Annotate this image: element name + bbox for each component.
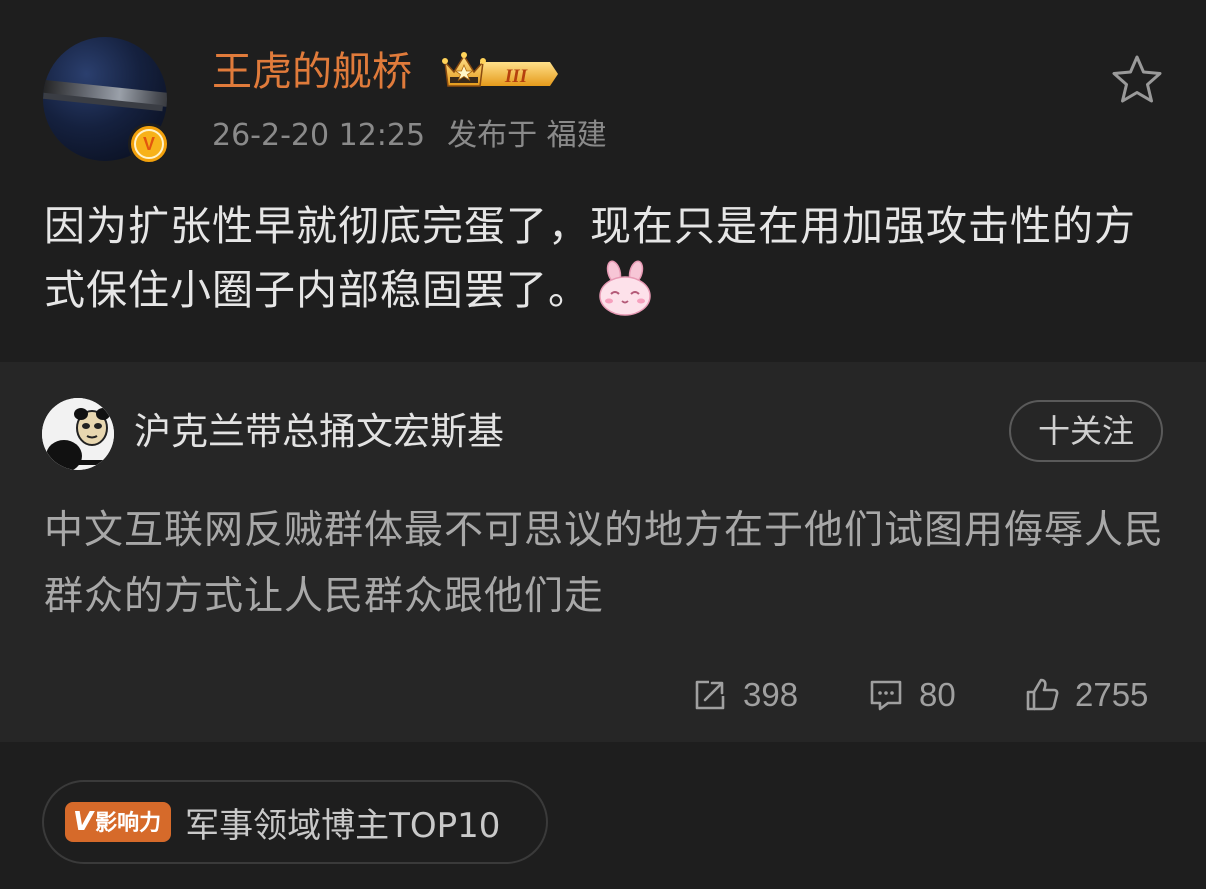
repost-body-text: 中文互联网反贼群体最不可思议的地方在于他们试图用侮辱人民群众的方式让人民群众跟他… bbox=[44, 508, 1165, 619]
follow-button[interactable]: 十关注 bbox=[1009, 400, 1163, 462]
reposted-content[interactable]: 沪克兰带总捅文宏斯基 十关注 中文互联网反贼群体最不可思议的地方在于他们试图用侮… bbox=[0, 362, 1206, 742]
verified-badge-icon: V bbox=[128, 123, 170, 165]
repost-author-name[interactable]: 沪克兰带总捅文宏斯基 bbox=[134, 406, 504, 458]
footer: V影响力 军事领域博主TOP10 bbox=[0, 742, 1206, 889]
bunny-smile-emoji-icon bbox=[599, 260, 651, 316]
like-count: 2755 bbox=[1075, 676, 1149, 713]
panda-meme-avatar-icon bbox=[42, 398, 114, 470]
member-level-text: III bbox=[504, 66, 528, 87]
comment-icon bbox=[870, 680, 902, 711]
comment-count: 80 bbox=[919, 676, 956, 713]
post-body: 因为扩张性早就彻底完蛋了，现在只是在用加强攻击性的方式保住小圈子内部稳固罢了。 bbox=[44, 194, 1154, 322]
author-username[interactable]: 王虎的舰桥 bbox=[212, 44, 412, 100]
thumbs-up-icon bbox=[1026, 678, 1059, 711]
original-post: V 王虎的舰桥 III 26-2-20 12:25 发布于 福建 因为扩张性早就… bbox=[0, 0, 1206, 362]
repost-count: 398 bbox=[743, 676, 799, 713]
share-icon bbox=[695, 680, 725, 710]
influence-v-letter: V bbox=[73, 807, 94, 837]
repost-count-button[interactable]: 398 bbox=[691, 670, 798, 720]
favorite-star-icon[interactable] bbox=[1110, 53, 1164, 105]
post-body-text: 因为扩张性早就彻底完蛋了，现在只是在用加强攻击性的方式保住小圈子内部稳固罢了。 bbox=[44, 202, 1136, 314]
influence-badge-label: 影响力 bbox=[95, 811, 162, 836]
post-location: 发布于 福建 bbox=[447, 118, 607, 153]
influence-ranking-chip[interactable]: V影响力 军事领域博主TOP10 bbox=[42, 780, 548, 864]
like-count-button[interactable]: 2755 bbox=[1023, 670, 1148, 720]
comment-count-button[interactable]: 80 bbox=[867, 670, 956, 720]
post-meta: 26-2-20 12:25 发布于 福建 bbox=[212, 114, 629, 158]
post-timestamp: 26-2-20 12:25 bbox=[212, 118, 426, 153]
influence-ranking-text: 军事领域博主TOP10 bbox=[185, 805, 501, 846]
weibo-post-screen: V 王虎的舰桥 III 26-2-20 12:25 发布于 福建 因为扩张性早就… bbox=[0, 0, 1206, 889]
influence-badge: V影响力 bbox=[65, 802, 172, 842]
repost-author-avatar[interactable] bbox=[42, 398, 114, 470]
member-crown-badge-icon[interactable]: III bbox=[442, 50, 560, 94]
